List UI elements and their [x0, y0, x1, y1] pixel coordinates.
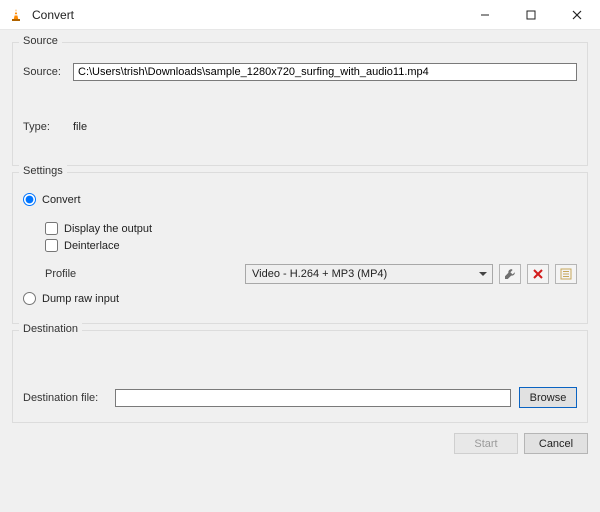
new-profile-icon — [560, 268, 572, 280]
start-button[interactable]: Start — [454, 433, 518, 454]
new-profile-button[interactable] — [555, 264, 577, 284]
titlebar: Convert — [0, 0, 600, 30]
window-title: Convert — [32, 8, 74, 22]
source-group: Source Source: Type: file — [12, 42, 588, 166]
source-group-label: Source — [19, 35, 62, 47]
type-row: Type: file — [23, 121, 577, 133]
convert-radio-label: Convert — [42, 194, 81, 206]
browse-button-label: Browse — [530, 392, 567, 404]
cancel-button[interactable]: Cancel — [524, 433, 588, 454]
source-path-input[interactable] — [73, 63, 577, 81]
delete-x-icon — [533, 269, 543, 279]
settings-group: Settings Convert Display the output Dein… — [12, 172, 588, 324]
source-row: Source: — [23, 63, 577, 81]
content: Source Source: Type: file Settings Conve… — [0, 30, 600, 423]
destination-group-label: Destination — [19, 323, 82, 335]
profile-selected-value: Video - H.264 + MP3 (MP4) — [246, 265, 474, 283]
delete-profile-button[interactable] — [527, 264, 549, 284]
maximize-button[interactable] — [508, 0, 554, 30]
vlc-cone-icon — [8, 7, 24, 23]
dump-raw-radio-row[interactable]: Dump raw input — [23, 292, 577, 305]
profile-label: Profile — [45, 268, 245, 280]
profile-select[interactable]: Video - H.264 + MP3 (MP4) — [245, 264, 493, 284]
type-label: Type: — [23, 121, 63, 133]
type-value: file — [73, 121, 87, 133]
cancel-button-label: Cancel — [539, 438, 573, 450]
convert-radio-row[interactable]: Convert — [23, 193, 577, 206]
destination-file-input[interactable] — [115, 389, 511, 407]
deinterlace-checkbox[interactable] — [45, 239, 58, 252]
deinterlace-label: Deinterlace — [64, 240, 120, 252]
destination-file-label: Destination file: — [23, 392, 115, 404]
profile-row: Profile Video - H.264 + MP3 (MP4) — [45, 264, 577, 284]
display-output-checkbox[interactable] — [45, 222, 58, 235]
minimize-button[interactable] — [462, 0, 508, 30]
chevron-down-icon — [474, 265, 492, 283]
source-label: Source: — [23, 66, 73, 78]
destination-file-row: Destination file: Browse — [23, 387, 577, 408]
settings-group-label: Settings — [19, 165, 67, 177]
dump-raw-radio[interactable] — [23, 292, 36, 305]
footer: Start Cancel — [0, 423, 600, 466]
convert-radio[interactable] — [23, 193, 36, 206]
display-output-label: Display the output — [64, 223, 152, 235]
display-output-check-row[interactable]: Display the output — [45, 222, 577, 235]
destination-group: Destination Destination file: Browse — [12, 330, 588, 423]
browse-button[interactable]: Browse — [519, 387, 577, 408]
deinterlace-check-row[interactable]: Deinterlace — [45, 239, 577, 252]
wrench-icon — [504, 268, 516, 280]
dump-raw-radio-label: Dump raw input — [42, 293, 119, 305]
edit-profile-button[interactable] — [499, 264, 521, 284]
close-button[interactable] — [554, 0, 600, 30]
start-button-label: Start — [474, 438, 497, 450]
